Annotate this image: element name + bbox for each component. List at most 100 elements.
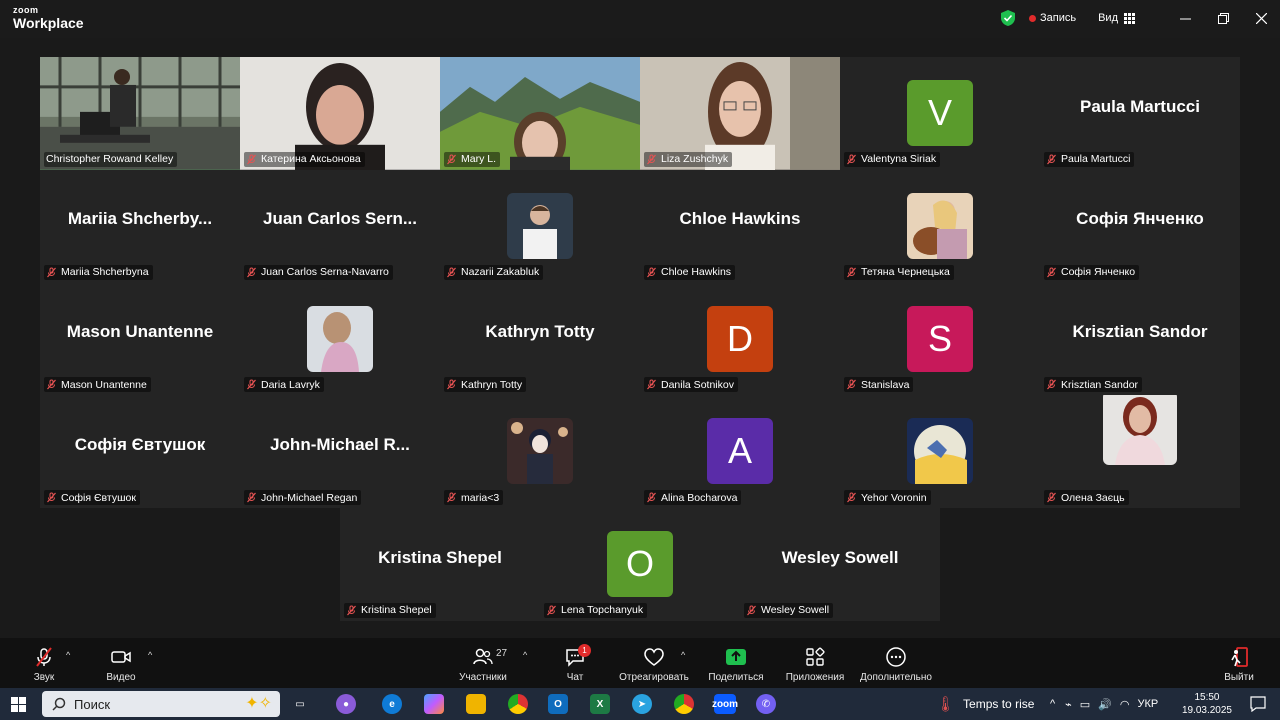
participant-tile[interactable]: John-Michael R... John-Michael Regan bbox=[240, 395, 440, 508]
participant-name-label: Danila Sotnikov bbox=[644, 377, 738, 393]
tray-chevron-icon[interactable]: ^ bbox=[1050, 698, 1055, 710]
participant-tile[interactable]: V Valentyna Siriak bbox=[840, 57, 1040, 170]
participant-tile[interactable]: Kristina Shepel Kristina Shepel bbox=[340, 508, 540, 621]
participant-display-name: Paula Martucci bbox=[1080, 96, 1200, 116]
telegram-icon[interactable]: ➤ bbox=[632, 694, 652, 714]
restore-button[interactable] bbox=[1204, 0, 1242, 36]
participant-name: Mason Unantenne bbox=[61, 378, 147, 391]
participant-tile[interactable]: Wesley Sowell Wesley Sowell bbox=[740, 508, 940, 621]
outlook-icon[interactable]: O bbox=[548, 694, 568, 714]
task-view-icon[interactable]: ▭ bbox=[290, 694, 310, 714]
participant-tile[interactable]: Liza Zushchyk bbox=[640, 57, 840, 170]
participant-name-label: Kathryn Totty bbox=[444, 377, 527, 393]
recording-indicator[interactable]: Запись bbox=[1029, 12, 1076, 24]
participant-tile[interactable]: Софія Янченко Софія Янченко bbox=[1040, 169, 1240, 283]
participant-name-label: Alina Bocharova bbox=[644, 490, 742, 505]
avatar-letter: A bbox=[707, 418, 773, 485]
participant-tile[interactable]: Mary L. bbox=[440, 57, 640, 170]
participant-tile[interactable]: D Danila Sotnikov bbox=[640, 282, 840, 396]
record-dot-icon bbox=[1029, 14, 1036, 22]
apps-button[interactable]: Приложения bbox=[784, 638, 846, 688]
participant-tile[interactable]: Paula Martucci Paula Martucci bbox=[1040, 57, 1240, 170]
system-tray[interactable]: ^ ⌁ ▭ 🔊 ◠ УКР bbox=[1050, 688, 1158, 720]
participant-tile[interactable]: Yehor Voronin bbox=[840, 395, 1040, 508]
participants-button[interactable]: Участники bbox=[455, 638, 511, 688]
participant-tile[interactable]: Juan Carlos Sern... Juan Carlos Serna-Nav… bbox=[240, 169, 440, 283]
participant-name: Катерина Аксьонова bbox=[261, 153, 361, 166]
wifi-icon[interactable]: ◠ bbox=[1120, 698, 1130, 711]
view-button[interactable]: Вид bbox=[1098, 12, 1135, 24]
muted-mic-icon bbox=[847, 379, 856, 390]
sparkles-icon: ✦✧ bbox=[245, 695, 272, 712]
participant-name-label: Wesley Sowell bbox=[744, 602, 834, 618]
participant-display-name: Krisztian Sandor bbox=[1072, 322, 1208, 342]
participant-name-label: Christopher Rowand Kelley bbox=[44, 151, 178, 167]
copilot-icon[interactable]: ● bbox=[336, 694, 356, 714]
chrome-profile-icon[interactable] bbox=[674, 694, 694, 714]
zoom-taskbar-icon[interactable]: zoom bbox=[712, 694, 738, 714]
react-button[interactable]: Отреагировать bbox=[619, 638, 689, 688]
viber-icon[interactable]: ✆ bbox=[756, 694, 776, 714]
share-button[interactable]: Поделиться bbox=[708, 638, 764, 688]
battery-icon[interactable]: ▭ bbox=[1080, 698, 1090, 711]
language-indicator[interactable]: УКР bbox=[1138, 698, 1159, 710]
leave-icon bbox=[1231, 647, 1248, 667]
react-options-chevron-icon[interactable]: ^ bbox=[681, 650, 685, 660]
zoom-logo: zoom Workplace bbox=[13, 6, 84, 31]
participant-tile[interactable]: Mason Unantenne Mason Unantenne bbox=[40, 282, 240, 396]
muted-mic-icon bbox=[847, 267, 856, 277]
close-button[interactable] bbox=[1242, 0, 1280, 36]
network-icon[interactable]: ⌁ bbox=[1065, 698, 1072, 711]
participant-tile[interactable]: O Lena Topchanyuk bbox=[540, 508, 740, 621]
windows-start-icon[interactable] bbox=[11, 697, 26, 712]
thermometer-icon: 🌡 bbox=[936, 696, 956, 713]
avatar-photo bbox=[507, 418, 573, 485]
participant-tile[interactable]: Christopher Rowand Kelley bbox=[40, 57, 240, 170]
gallery-last-row: Kristina Shepel Kristina Shepel O Lena Topc… bbox=[340, 508, 940, 621]
participant-tile[interactable]: Олена Заєць bbox=[1040, 395, 1240, 508]
participant-tile[interactable]: Krisztian Sandor Krisztian Sandor bbox=[1040, 282, 1240, 396]
apps-label: Приложения bbox=[785, 672, 845, 683]
security-shield-icon[interactable] bbox=[1001, 10, 1015, 26]
share-screen-icon bbox=[726, 649, 746, 665]
close-icon bbox=[1255, 12, 1267, 24]
participant-tile[interactable]: Катерина Аксьонова bbox=[240, 57, 440, 170]
copilot-app-icon[interactable] bbox=[424, 694, 444, 714]
audio-button[interactable]: Звук bbox=[24, 638, 64, 688]
chrome-icon[interactable] bbox=[508, 694, 528, 714]
participant-name: Chloe Hawkins bbox=[661, 266, 732, 278]
participant-tile[interactable]: Nazarii Zakabluk bbox=[440, 169, 640, 283]
participant-tile[interactable]: A Alina Bocharova bbox=[640, 395, 840, 508]
muted-mic-icon bbox=[647, 154, 656, 165]
participant-tile[interactable]: Тетяна Чернецька bbox=[840, 169, 1040, 283]
avatar-letter: S bbox=[907, 305, 973, 372]
participant-tile[interactable]: Mariia Shcherby... Mariia Shcherbyna bbox=[40, 169, 240, 283]
taskbar-search[interactable]: Поиск ✦✧ bbox=[42, 691, 280, 717]
muted-mic-icon bbox=[747, 605, 756, 616]
more-button[interactable]: Дополнительно bbox=[858, 638, 934, 688]
edge-icon[interactable]: e bbox=[382, 694, 402, 714]
weather-widget[interactable]: 🌡 Temps to rise bbox=[936, 688, 1034, 720]
participant-tile[interactable]: Kathryn Totty Kathryn Totty bbox=[440, 282, 640, 396]
participant-tile[interactable]: Daria Lavryk bbox=[240, 282, 440, 396]
participants-options-chevron-icon[interactable]: ^ bbox=[523, 650, 527, 660]
notifications-icon[interactable] bbox=[1250, 696, 1266, 712]
volume-icon[interactable]: 🔊 bbox=[1098, 698, 1112, 711]
excel-icon[interactable]: X bbox=[590, 694, 610, 714]
participant-tile[interactable]: S Stanislava bbox=[840, 282, 1040, 396]
file-explorer-icon[interactable] bbox=[466, 694, 486, 714]
video-button[interactable]: Видео bbox=[101, 638, 141, 688]
participant-name: maria<3 bbox=[461, 491, 500, 504]
participant-name: Wesley Sowell bbox=[761, 604, 830, 617]
apps-icon bbox=[806, 647, 825, 666]
audio-options-chevron-icon[interactable]: ^ bbox=[66, 650, 70, 660]
clock[interactable]: 15:50 19.03.2025 bbox=[1182, 691, 1232, 717]
participant-tile[interactable]: Chloe Hawkins Chloe Hawkins bbox=[640, 169, 840, 283]
minimize-button[interactable] bbox=[1166, 0, 1204, 36]
video-options-chevron-icon[interactable]: ^ bbox=[148, 650, 152, 660]
leave-button[interactable]: Выйти bbox=[1222, 638, 1256, 688]
participant-tile[interactable]: Софія Євтушок Софія Євтушок bbox=[40, 395, 240, 508]
meeting-toolbar: Звук ^ Видео ^ Участники 27 ^ Чат 1 Отре… bbox=[0, 638, 1280, 688]
participant-name: Valentyna Siriak bbox=[861, 153, 937, 166]
participant-tile[interactable]: maria<3 bbox=[440, 395, 640, 508]
